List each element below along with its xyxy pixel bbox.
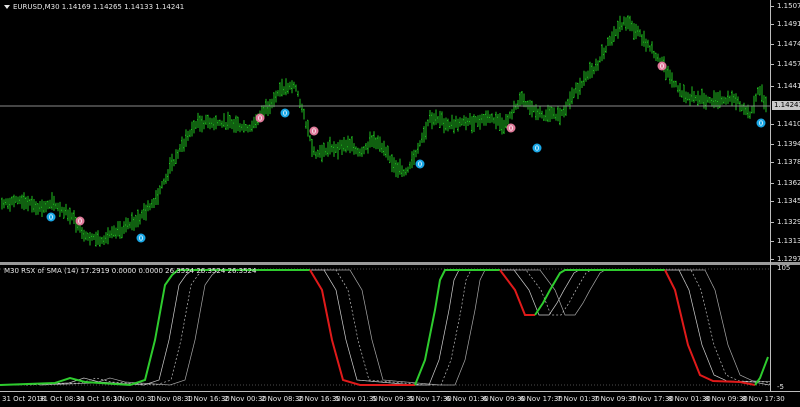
price-axis-label: 1.13780 <box>777 158 800 166</box>
indicator-rising-line <box>534 269 665 316</box>
price-axis-tick <box>771 183 774 184</box>
indicator-signal-line <box>25 269 770 386</box>
price-axis-tick <box>771 162 774 163</box>
price-axis-tick <box>771 241 774 242</box>
signal-marker-label: 0 <box>509 125 513 133</box>
signal-marker-label: 0 <box>418 161 422 169</box>
indicator-title-text: M30 RSX of SMA (14) 17.2919 0.0000 0.000… <box>4 267 257 275</box>
price-axis-tick <box>771 144 774 145</box>
price-axis-label: 1.14410 <box>777 82 800 90</box>
chart-window: 0 0 0 0 0 0 0 0 0 0 0 EURUSD,M30 1.14169 1.14265 1… <box>0 0 800 406</box>
signal-marker-label: 0 <box>535 145 539 153</box>
chart-title: EURUSD,M30 1.14169 1.14265 1.14133 1.142… <box>4 3 184 11</box>
price-axis-label: 1.13135 <box>777 237 800 245</box>
signal-marker-label: 0 <box>660 63 664 71</box>
signal-marker-label: 0 <box>78 218 82 226</box>
price-axis-tick <box>771 124 774 125</box>
price-axis[interactable]: 1.15075 1.14910 1.14745 1.14575 1.14410 1.141… <box>770 0 800 392</box>
time-axis[interactable]: 31 Oct 2018 31 Oct 08:30 31 Oct 16:30 1 Nov… <box>0 391 800 407</box>
price-axis-label: 1.14745 <box>777 40 800 48</box>
price-axis-tick <box>771 201 774 202</box>
price-chart-canvas[interactable]: 0 0 0 0 0 0 0 0 0 0 0 <box>0 0 770 262</box>
indicator-axis-top: 105 <box>777 264 791 272</box>
signal-marker-label: 0 <box>312 128 316 136</box>
price-axis-tick <box>771 6 774 7</box>
collapse-triangle-icon[interactable] <box>4 5 10 9</box>
price-axis-label: 1.12970 <box>777 255 800 263</box>
price-axis-tick <box>771 86 774 87</box>
price-axis-label: 1.13620 <box>777 179 800 187</box>
price-chart-pane[interactable]: 0 0 0 0 0 0 0 0 0 0 0 EURUSD,M30 1.14169 1.14265 1… <box>0 0 770 262</box>
indicator-axis-bottom: -5 <box>777 383 784 391</box>
indicator-canvas[interactable] <box>0 265 770 391</box>
price-axis-label: 1.13940 <box>777 140 800 148</box>
indicator-rising-line <box>0 269 310 387</box>
time-axis-label: 8 Nov 17:30 <box>742 395 785 403</box>
chart-title-text: EURUSD,M30 1.14169 1.14265 1.14133 1.142… <box>13 3 185 11</box>
indicator-pane[interactable]: M30 RSX of SMA (14) 17.2919 0.0000 0.000… <box>0 265 770 391</box>
price-axis-label: 1.14910 <box>777 20 800 28</box>
indicator-falling-line <box>309 269 415 386</box>
price-axis-label: 1.14105 <box>777 120 800 128</box>
indicator-title: M30 RSX of SMA (14) 17.2919 0.0000 0.000… <box>4 267 256 275</box>
signal-marker-label: 0 <box>759 120 763 128</box>
price-axis-tick <box>771 259 774 260</box>
indicator-signal-line <box>13 269 770 386</box>
signal-marker-label: 0 <box>258 115 262 123</box>
price-axis-tick <box>771 222 774 223</box>
indicator-signal-line <box>39 269 770 386</box>
bid-price-tag: 1.14241 <box>772 101 800 110</box>
price-axis-label: 1.15075 <box>777 2 800 10</box>
signal-marker-label: 0 <box>49 214 53 222</box>
signal-marker-label: 0 <box>283 110 287 118</box>
signal-marker-label: 0 <box>139 235 143 243</box>
price-axis-label: 1.13455 <box>777 197 800 205</box>
price-axis-label: 1.14575 <box>777 60 800 68</box>
price-axis-tick <box>771 24 774 25</box>
price-axis-label: 1.13295 <box>777 218 800 226</box>
indicator-rising-line <box>754 356 769 386</box>
price-axis-tick <box>771 64 774 65</box>
price-axis-tick <box>771 44 774 45</box>
